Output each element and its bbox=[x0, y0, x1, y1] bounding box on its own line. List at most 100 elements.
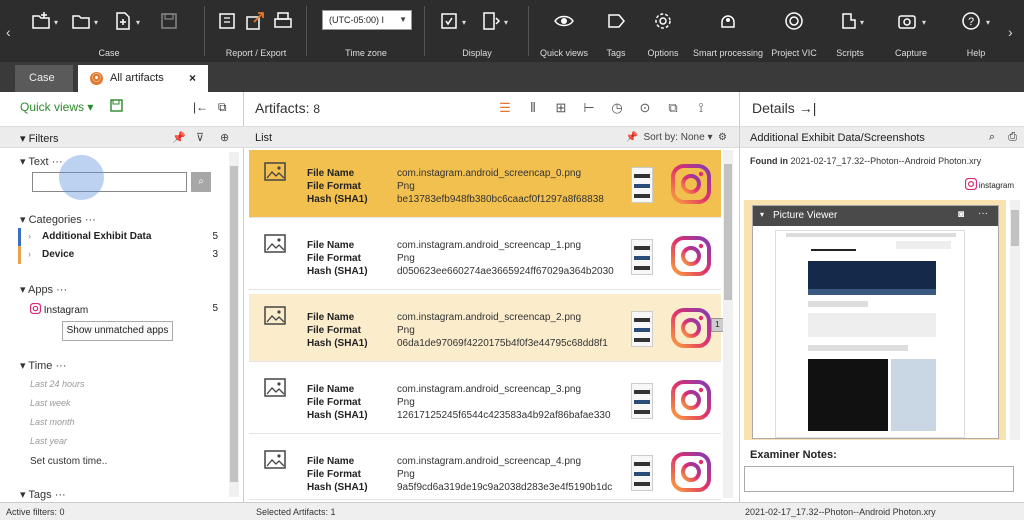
field-key-file-name: File Name bbox=[307, 312, 355, 323]
pin-icon[interactable]: 📌 bbox=[626, 132, 638, 143]
list-view-icon[interactable]: ☰ bbox=[497, 100, 513, 116]
quick-views-dropdown[interactable]: Quick views ▾ bbox=[20, 100, 93, 114]
toolbar-scroll-right-icon[interactable]: › bbox=[1008, 24, 1013, 40]
timeline-view-icon[interactable]: ◷ bbox=[609, 100, 625, 116]
set-custom-time-link[interactable]: Set custom time.. bbox=[30, 456, 107, 467]
filters-scrollbar[interactable] bbox=[229, 152, 239, 497]
field-key-hash: Hash (SHA1) bbox=[307, 266, 368, 277]
image-file-icon bbox=[264, 306, 286, 326]
tree-view-icon[interactable]: ⊢ bbox=[581, 100, 597, 116]
magnifier-icon[interactable]: ⌕ bbox=[989, 131, 995, 144]
field-key-file-format: File Format bbox=[307, 325, 361, 336]
category-count: 5 bbox=[212, 231, 218, 242]
report-icon[interactable] bbox=[216, 10, 238, 32]
gear-icon[interactable]: ⚙ bbox=[718, 132, 727, 143]
search-icon[interactable]: ⌕ bbox=[191, 172, 211, 192]
pin-icon[interactable]: 📌 bbox=[172, 131, 186, 144]
category-row[interactable]: › Device 3 bbox=[18, 246, 218, 264]
instagram-icon bbox=[669, 162, 713, 206]
print-icon[interactable]: ⎙ bbox=[1008, 131, 1017, 144]
scrollbar-thumb[interactable] bbox=[724, 164, 732, 300]
category-name: Device bbox=[42, 249, 75, 260]
toolbar-label-display: Display bbox=[462, 48, 492, 58]
camera-icon[interactable] bbox=[896, 10, 918, 32]
show-unmatched-apps-button[interactable]: Show unmatched apps bbox=[62, 321, 173, 341]
time-section-header[interactable]: ▾ Time ··· bbox=[20, 359, 66, 372]
app-row[interactable]: Instagram 5 bbox=[29, 302, 218, 316]
sort-value: None bbox=[680, 132, 705, 143]
brain-icon[interactable] bbox=[717, 10, 739, 32]
pin-pane-icon[interactable]: ⧉ bbox=[218, 100, 227, 115]
sort-control[interactable]: 📌 Sort by: None ▾ ⚙ bbox=[626, 132, 728, 143]
artifact-row[interactable]: File Name File Format Hash (SHA1) com.insta… bbox=[249, 150, 721, 218]
grid-view-icon[interactable]: ⊞ bbox=[553, 100, 569, 116]
tag-icon[interactable] bbox=[605, 10, 627, 32]
time-item-month[interactable]: Last month bbox=[30, 417, 75, 427]
help-icon[interactable]: ? bbox=[960, 10, 982, 32]
tab-all-artifacts[interactable]: ⦿ All artifacts × bbox=[78, 65, 208, 92]
project-vic-icon[interactable] bbox=[783, 10, 805, 32]
text-section-header[interactable]: ▾ Text ··· bbox=[20, 155, 63, 168]
time-item-24h[interactable]: Last 24 hours bbox=[30, 379, 85, 389]
print-icon[interactable] bbox=[272, 10, 294, 32]
collapse-right-icon[interactable]: →| bbox=[799, 100, 817, 116]
map-view-icon[interactable]: ⊙ bbox=[637, 100, 653, 116]
screenshot-thumbnail[interactable] bbox=[631, 383, 653, 419]
portrait-image bbox=[891, 359, 936, 431]
screenshot-thumbnail[interactable] bbox=[631, 167, 653, 203]
text-search-input[interactable] bbox=[32, 172, 187, 192]
tags-section-header[interactable]: ▾ Tags ··· bbox=[20, 488, 66, 501]
column-view-icon[interactable]: ⦀ bbox=[525, 100, 541, 116]
artifact-row[interactable]: File Name File Format Hash (SHA1) com.insta… bbox=[249, 222, 721, 290]
screenshot-thumbnail[interactable] bbox=[631, 455, 653, 491]
category-row[interactable]: › Additional Exhibit Data 5 bbox=[18, 228, 218, 246]
picture-viewer-header: ▾ Picture Viewer ◙ ··· bbox=[753, 206, 998, 226]
display-options-icon[interactable] bbox=[438, 10, 460, 32]
collapse-pane-icon[interactable]: |← bbox=[193, 100, 208, 114]
screenshot-thumbnail[interactable] bbox=[631, 311, 653, 347]
more-icon[interactable]: ··· bbox=[978, 208, 988, 219]
scrollbar-thumb[interactable] bbox=[1011, 210, 1019, 246]
artifact-row[interactable]: File Name File Format Hash (SHA1) com.insta… bbox=[249, 366, 721, 434]
examiner-notes-input[interactable] bbox=[744, 466, 1014, 492]
scripts-icon[interactable] bbox=[836, 10, 858, 32]
instagram-wordmark-image bbox=[811, 241, 856, 251]
time-item-year[interactable]: Last year bbox=[30, 436, 67, 446]
details-scrollbar[interactable] bbox=[1010, 200, 1020, 440]
field-key-file-name: File Name bbox=[307, 456, 355, 467]
clear-filter-icon[interactable]: ⊽ bbox=[196, 131, 204, 144]
status-bar: Active filters: 0 Selected Artifacts: 1 … bbox=[0, 502, 1024, 520]
graph-view-icon[interactable]: ⟟ bbox=[693, 100, 709, 116]
artifact-row[interactable]: File Name File Format Hash (SHA1) com.insta… bbox=[249, 438, 721, 500]
connections-view-icon[interactable]: ⧉ bbox=[665, 100, 681, 116]
toolbar-scroll-left-icon[interactable]: ‹ bbox=[6, 24, 11, 40]
chevron-down-icon[interactable]: ▾ bbox=[760, 210, 764, 219]
folder-icon[interactable] bbox=[70, 10, 92, 32]
eye-icon[interactable] bbox=[553, 10, 575, 32]
time-section-label: Time bbox=[28, 360, 53, 372]
save-view-icon[interactable] bbox=[110, 99, 123, 115]
add-file-icon[interactable] bbox=[112, 10, 134, 32]
field-values: com.instagram.android_screencap_4.png Png… bbox=[397, 455, 612, 494]
image-file-icon bbox=[264, 162, 286, 182]
filter-display-icon[interactable] bbox=[480, 10, 502, 32]
camera-icon[interactable]: ◙ bbox=[958, 209, 964, 220]
open-case-icon[interactable] bbox=[30, 10, 52, 32]
text-section-label: Text bbox=[28, 156, 49, 168]
export-icon[interactable] bbox=[244, 10, 266, 32]
add-filter-icon[interactable]: ⊕ bbox=[220, 131, 229, 144]
scrollbar-thumb[interactable] bbox=[230, 166, 238, 482]
file-name-value: com.instagram.android_screencap_0.png bbox=[397, 168, 581, 179]
artifact-list-scrollbar[interactable] bbox=[723, 150, 733, 498]
gear-icon[interactable] bbox=[652, 10, 674, 32]
close-icon[interactable]: × bbox=[189, 71, 196, 85]
artifact-row[interactable]: File Name File Format Hash (SHA1) com.insta… bbox=[249, 294, 724, 362]
tab-case[interactable]: Case bbox=[15, 65, 73, 92]
save-icon[interactable] bbox=[158, 10, 180, 32]
categories-section-header[interactable]: ▾ Categories ··· bbox=[20, 213, 96, 226]
apps-section-header[interactable]: ▾ Apps ··· bbox=[20, 283, 67, 296]
toolbar-label-scripts: Scripts bbox=[836, 48, 864, 58]
screenshot-thumbnail[interactable] bbox=[631, 239, 653, 275]
time-item-week[interactable]: Last week bbox=[30, 398, 71, 408]
filters-title[interactable]: ▾ Filters bbox=[20, 132, 59, 145]
